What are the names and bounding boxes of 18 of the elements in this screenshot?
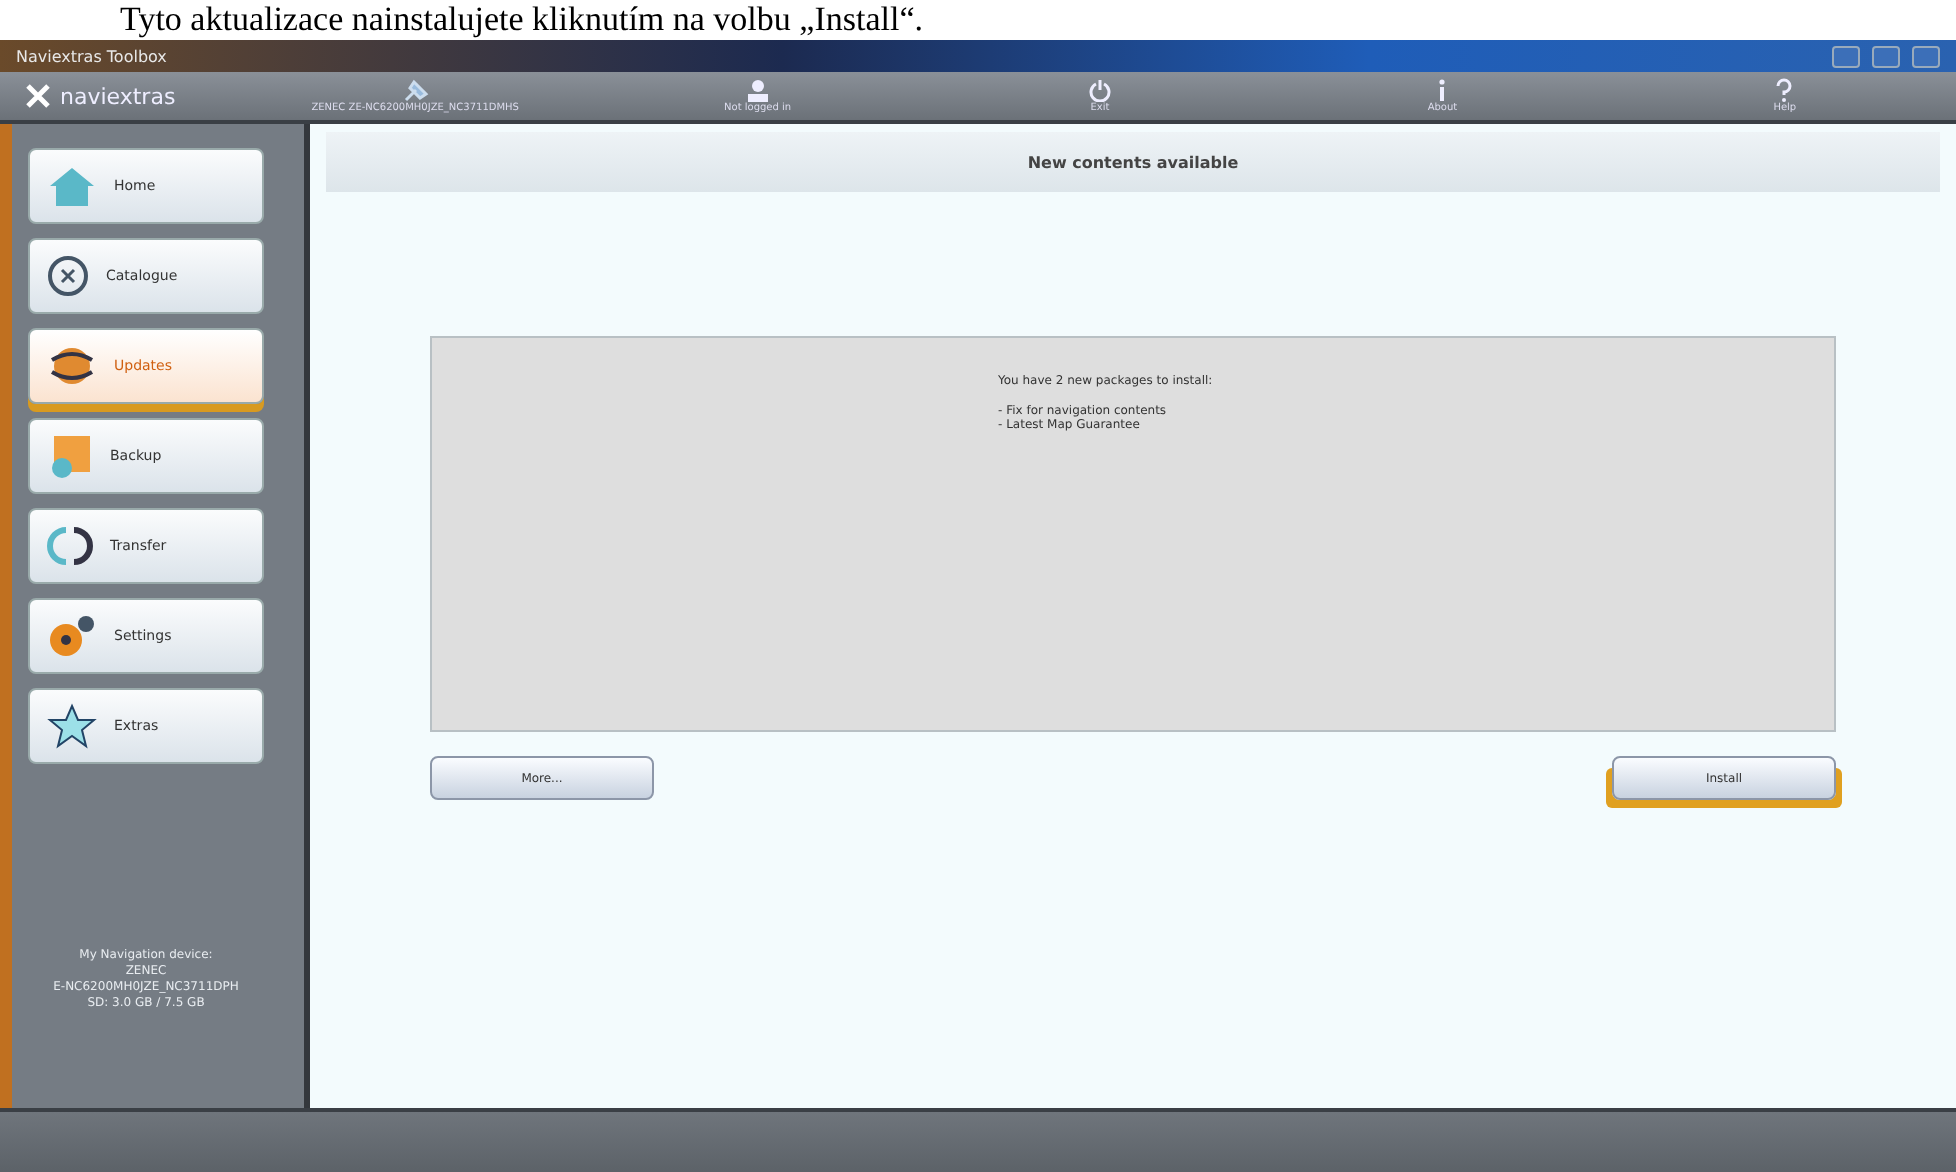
power-icon xyxy=(1088,78,1112,102)
minimize-button[interactable] xyxy=(1832,45,1860,67)
logo-icon xyxy=(24,82,52,110)
close-circle-icon xyxy=(46,254,90,298)
page-header: New contents available xyxy=(326,132,1940,192)
refresh-icon xyxy=(46,524,94,568)
close-button[interactable] xyxy=(1912,45,1940,67)
server-icon xyxy=(46,432,94,480)
window-title: Naviextras Toolbox xyxy=(16,47,167,65)
maximize-button[interactable] xyxy=(1872,45,1900,67)
info-icon xyxy=(1436,78,1449,102)
globe-icon xyxy=(46,344,98,388)
logo-text: naviextras xyxy=(60,83,176,109)
star-icon xyxy=(46,702,98,750)
help-icon xyxy=(1774,78,1795,102)
gears-icon xyxy=(46,612,98,660)
house-icon xyxy=(46,164,98,208)
user-icon xyxy=(745,78,770,102)
